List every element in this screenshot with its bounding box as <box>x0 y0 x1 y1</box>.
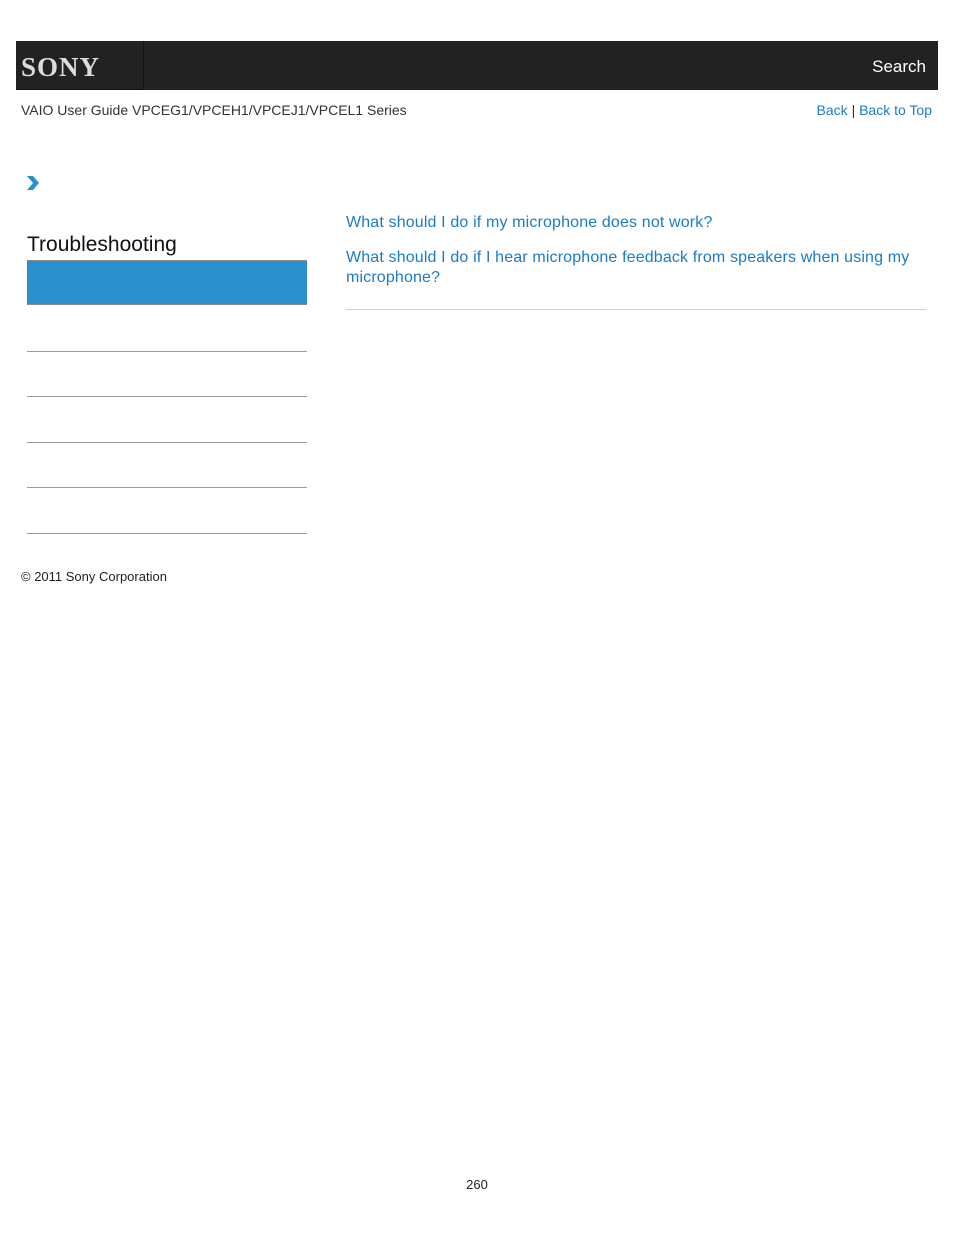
back-to-top-link[interactable]: Back to Top <box>859 102 932 118</box>
page-number: 260 <box>466 1177 488 1192</box>
sidebar-divider <box>27 442 307 443</box>
guide-title: VAIO User Guide VPCEG1/VPCEH1/VPCEJ1/VPC… <box>21 102 407 118</box>
copyright-text: © 2011 Sony Corporation <box>21 569 167 584</box>
chevron-right-icon[interactable] <box>26 175 40 196</box>
sidebar-divider <box>27 351 307 352</box>
section-title: Troubleshooting <box>27 233 177 256</box>
sidebar-divider <box>27 396 307 397</box>
back-link[interactable]: Back <box>817 102 848 118</box>
search-link[interactable]: Search <box>872 57 926 77</box>
sidebar-divider <box>27 487 307 488</box>
navigation-links: Back | Back to Top <box>817 102 932 118</box>
active-menu-item[interactable] <box>27 260 307 305</box>
sidebar-divider <box>27 533 307 534</box>
logo-container: SONY <box>16 41 144 90</box>
link-separator: | <box>851 102 856 118</box>
content-divider <box>346 309 926 310</box>
topic-links-list: What should I do if my microphone does n… <box>346 213 926 303</box>
sony-logo: SONY <box>21 52 101 82</box>
topic-link-microphone-not-working[interactable]: What should I do if my microphone does n… <box>346 213 926 233</box>
top-header-bar: SONY Search <box>16 41 938 90</box>
topic-link-microphone-feedback[interactable]: What should I do if I hear microphone fe… <box>346 248 926 288</box>
